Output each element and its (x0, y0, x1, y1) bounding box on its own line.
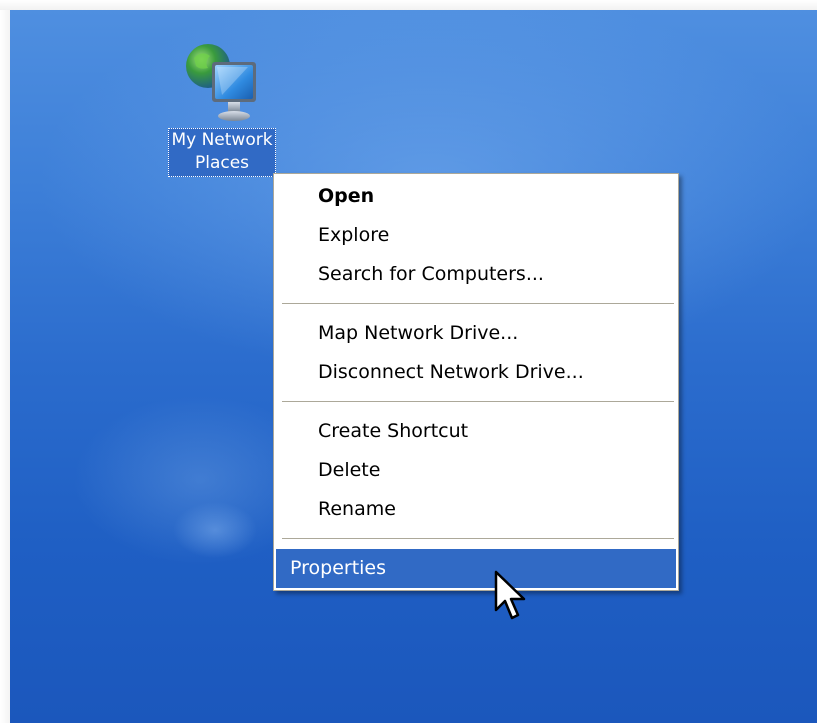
menu-item-map-network-drive[interactable]: Map Network Drive... (276, 314, 676, 353)
page-margin-left (0, 0, 10, 723)
menu-separator (282, 303, 674, 304)
network-places-icon (182, 40, 262, 124)
desktop-icon-label-line2: Places (194, 153, 250, 173)
menu-item-delete[interactable]: Delete (276, 451, 676, 490)
desktop-icon-label-line1: My Network (171, 130, 273, 150)
menu-item-search-for-computers[interactable]: Search for Computers... (276, 255, 676, 294)
my-network-places-desktop-icon[interactable]: My Network Places (148, 40, 296, 177)
menu-separator (282, 538, 674, 539)
menu-item-open[interactable]: Open (276, 177, 676, 216)
menu-item-properties[interactable]: Properties (276, 549, 676, 588)
desktop-icon-label[interactable]: My Network Places (168, 128, 276, 177)
page-margin-top (0, 0, 817, 10)
menu-item-explore[interactable]: Explore (276, 216, 676, 255)
menu-separator (282, 401, 674, 402)
mouse-pointer-icon (494, 570, 526, 620)
menu-item-disconnect-network-drive[interactable]: Disconnect Network Drive... (276, 353, 676, 392)
context-menu: Open Explore Search for Computers... Map… (273, 173, 679, 591)
menu-item-rename[interactable]: Rename (276, 490, 676, 529)
desktop[interactable]: My Network Places Open Explore Search fo… (10, 10, 817, 723)
menu-item-create-shortcut[interactable]: Create Shortcut (276, 412, 676, 451)
